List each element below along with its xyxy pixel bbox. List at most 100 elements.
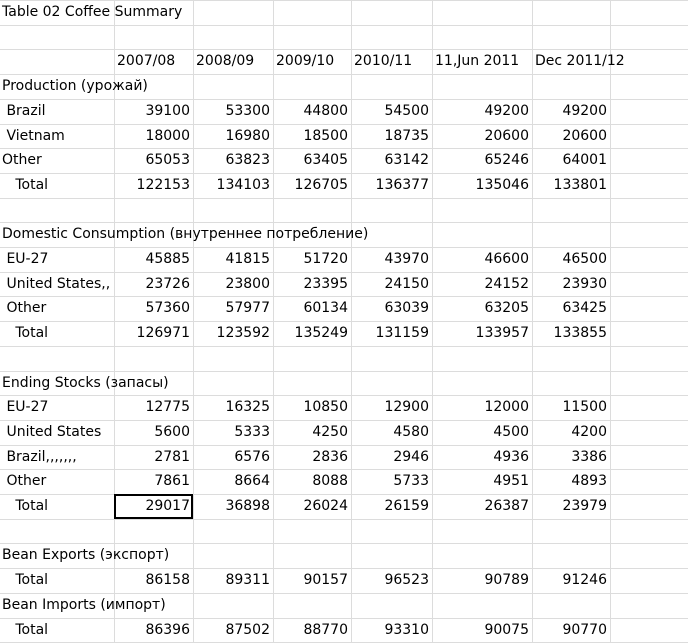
column-header[interactable]: 11,Jun 2011 bbox=[432, 49, 532, 74]
data-cell[interactable]: 4936 bbox=[432, 445, 532, 470]
data-cell[interactable]: 5600 bbox=[114, 420, 193, 445]
data-cell[interactable]: 23395 bbox=[273, 272, 351, 297]
row-label[interactable]: United States bbox=[2, 420, 114, 445]
spreadsheet[interactable]: Table 02 Coffee Summary 2007/08 2008/09 200… bbox=[0, 0, 688, 643]
data-cell[interactable]: 123592 bbox=[193, 321, 273, 346]
data-cell[interactable]: 122153 bbox=[114, 173, 193, 198]
data-cell[interactable]: 53300 bbox=[193, 99, 273, 124]
data-cell[interactable]: 91246 bbox=[532, 568, 610, 593]
data-cell[interactable]: 18735 bbox=[351, 124, 432, 149]
row-label[interactable]: EU-27 bbox=[2, 395, 114, 420]
data-cell[interactable]: 8664 bbox=[193, 469, 273, 494]
data-cell[interactable]: 63425 bbox=[532, 296, 610, 321]
data-cell[interactable]: 89311 bbox=[193, 568, 273, 593]
data-cell[interactable]: 133855 bbox=[532, 321, 610, 346]
data-cell[interactable]: 131159 bbox=[351, 321, 432, 346]
data-cell[interactable]: 51720 bbox=[273, 247, 351, 272]
data-cell[interactable]: 63039 bbox=[351, 296, 432, 321]
data-cell[interactable]: 135249 bbox=[273, 321, 351, 346]
data-cell[interactable]: 4500 bbox=[432, 420, 532, 445]
section-heading[interactable]: Ending Stocks (запасы) bbox=[2, 371, 169, 396]
data-cell[interactable]: 46600 bbox=[432, 247, 532, 272]
data-cell[interactable]: 23979 bbox=[532, 494, 610, 519]
data-cell[interactable]: 126971 bbox=[114, 321, 193, 346]
data-cell[interactable]: 4250 bbox=[273, 420, 351, 445]
data-cell[interactable]: 12900 bbox=[351, 395, 432, 420]
data-cell[interactable]: 134103 bbox=[193, 173, 273, 198]
row-label[interactable]: EU-27 bbox=[2, 247, 114, 272]
row-label[interactable]: Other bbox=[2, 296, 114, 321]
row-label[interactable]: Other bbox=[2, 469, 114, 494]
data-cell[interactable]: 12000 bbox=[432, 395, 532, 420]
selected-cell[interactable]: 29017 bbox=[114, 494, 193, 519]
data-cell[interactable]: 4200 bbox=[532, 420, 610, 445]
data-cell[interactable]: 2946 bbox=[351, 445, 432, 470]
data-cell[interactable]: 20600 bbox=[532, 124, 610, 149]
data-cell[interactable]: 90770 bbox=[532, 618, 610, 643]
data-cell[interactable]: 96523 bbox=[351, 568, 432, 593]
data-cell[interactable]: 6576 bbox=[193, 445, 273, 470]
data-cell[interactable]: 65053 bbox=[114, 148, 193, 173]
data-cell[interactable]: 90075 bbox=[432, 618, 532, 643]
data-cell[interactable]: 26159 bbox=[351, 494, 432, 519]
data-cell[interactable]: 57977 bbox=[193, 296, 273, 321]
data-cell[interactable]: 60134 bbox=[273, 296, 351, 321]
data-cell[interactable]: 133801 bbox=[532, 173, 610, 198]
data-cell[interactable]: 90789 bbox=[432, 568, 532, 593]
data-cell[interactable]: 18500 bbox=[273, 124, 351, 149]
data-cell[interactable]: 4951 bbox=[432, 469, 532, 494]
data-cell[interactable]: 44800 bbox=[273, 99, 351, 124]
data-cell[interactable]: 86396 bbox=[114, 618, 193, 643]
data-cell[interactable]: 2781 bbox=[114, 445, 193, 470]
data-cell[interactable]: 7861 bbox=[114, 469, 193, 494]
data-cell[interactable]: 5333 bbox=[193, 420, 273, 445]
data-cell[interactable]: 26024 bbox=[273, 494, 351, 519]
data-cell[interactable]: 2836 bbox=[273, 445, 351, 470]
row-label[interactable]: United States,, bbox=[2, 272, 114, 297]
data-cell[interactable]: 49200 bbox=[432, 99, 532, 124]
data-cell[interactable]: 57360 bbox=[114, 296, 193, 321]
data-cell[interactable]: 16325 bbox=[193, 395, 273, 420]
data-cell[interactable]: 54500 bbox=[351, 99, 432, 124]
data-cell[interactable]: 93310 bbox=[351, 618, 432, 643]
column-header[interactable]: 2007/08 bbox=[114, 49, 193, 74]
data-cell[interactable]: 46500 bbox=[532, 247, 610, 272]
data-cell[interactable]: 5733 bbox=[351, 469, 432, 494]
row-label[interactable]: Total bbox=[2, 494, 114, 519]
row-label[interactable]: Total bbox=[2, 173, 114, 198]
data-cell[interactable]: 36898 bbox=[193, 494, 273, 519]
data-cell[interactable]: 63142 bbox=[351, 148, 432, 173]
data-cell[interactable]: 90157 bbox=[273, 568, 351, 593]
data-cell[interactable]: 23930 bbox=[532, 272, 610, 297]
data-cell[interactable]: 49200 bbox=[532, 99, 610, 124]
data-cell[interactable]: 10850 bbox=[273, 395, 351, 420]
data-cell[interactable]: 16980 bbox=[193, 124, 273, 149]
data-cell[interactable]: 4580 bbox=[351, 420, 432, 445]
data-cell[interactable]: 12775 bbox=[114, 395, 193, 420]
data-cell[interactable]: 23726 bbox=[114, 272, 193, 297]
data-cell[interactable]: 24150 bbox=[351, 272, 432, 297]
row-label[interactable]: Vietnam bbox=[2, 124, 114, 149]
data-cell[interactable]: 63405 bbox=[273, 148, 351, 173]
data-cell[interactable]: 11500 bbox=[532, 395, 610, 420]
data-cell[interactable]: 86158 bbox=[114, 568, 193, 593]
row-label[interactable]: Brazil bbox=[2, 99, 114, 124]
column-header[interactable]: 2008/09 bbox=[193, 49, 273, 74]
row-label[interactable]: Other bbox=[2, 148, 114, 173]
data-cell[interactable]: 4893 bbox=[532, 469, 610, 494]
section-heading[interactable]: Bean Exports (экспорт) bbox=[2, 543, 169, 568]
column-header[interactable]: 2010/11 bbox=[351, 49, 432, 74]
data-cell[interactable]: 43970 bbox=[351, 247, 432, 272]
data-cell[interactable]: 88770 bbox=[273, 618, 351, 643]
section-heading[interactable]: Bean Imports (импорт) bbox=[2, 593, 166, 618]
data-cell[interactable]: 41815 bbox=[193, 247, 273, 272]
data-cell[interactable]: 63823 bbox=[193, 148, 273, 173]
data-cell[interactable]: 64001 bbox=[532, 148, 610, 173]
row-label[interactable]: Brazil,,,,,,, bbox=[2, 445, 114, 470]
data-cell[interactable]: 63205 bbox=[432, 296, 532, 321]
sheet-title[interactable]: Table 02 Coffee Summary bbox=[2, 0, 182, 25]
data-cell[interactable]: 23800 bbox=[193, 272, 273, 297]
section-heading[interactable]: Production (урожай) bbox=[2, 74, 148, 99]
data-cell[interactable]: 26387 bbox=[432, 494, 532, 519]
column-header[interactable]: Dec 2011/12 bbox=[532, 49, 625, 74]
